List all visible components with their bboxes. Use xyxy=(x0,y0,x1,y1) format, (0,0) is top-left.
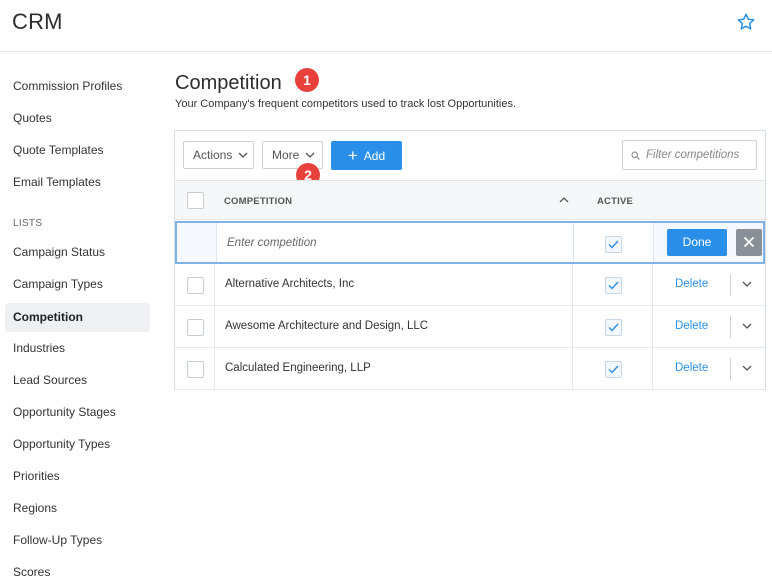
page-subtitle: Your Company's frequent competitors used… xyxy=(175,98,517,110)
sidebar-item-commission-profiles[interactable]: Commission Profiles xyxy=(5,72,150,101)
sidebar-item-scores[interactable]: Scores xyxy=(5,558,150,586)
filter-competitions-field[interactable] xyxy=(622,140,757,170)
action-separator xyxy=(730,316,731,338)
column-header-competition[interactable]: COMPETITION xyxy=(224,196,292,207)
sidebar-item-opportunity-stages[interactable]: Opportunity Stages xyxy=(5,398,150,427)
search-icon xyxy=(631,151,640,160)
table-row: Awesome Architecture and Design, LLC Del… xyxy=(175,306,765,348)
column-divider xyxy=(214,306,215,348)
competition-name: Alternative Architects, Inc xyxy=(225,278,355,290)
action-separator xyxy=(730,358,731,380)
filter-competitions-input[interactable] xyxy=(646,149,756,161)
new-competition-row: Done xyxy=(175,221,765,264)
competition-name: Awesome Architecture and Design, LLC xyxy=(225,320,429,332)
delete-link[interactable]: Delete xyxy=(675,320,708,332)
chevron-down-icon xyxy=(238,152,248,158)
add-button[interactable]: + Add xyxy=(331,141,402,170)
select-all-checkbox[interactable] xyxy=(187,192,204,209)
sidebar-item-follow-up-types[interactable]: Follow-Up Types xyxy=(5,526,150,555)
column-divider xyxy=(214,264,215,306)
new-competition-cell xyxy=(216,223,574,262)
chevron-down-icon[interactable] xyxy=(742,365,752,371)
sidebar-item-campaign-types[interactable]: Campaign Types xyxy=(5,270,150,299)
table-row: Calculated Engineering, LLP Delete xyxy=(175,348,765,390)
top-bar: CRM xyxy=(0,0,772,52)
app-title: CRM xyxy=(12,9,63,34)
column-divider xyxy=(652,348,653,390)
page-title: Competition xyxy=(175,72,282,94)
column-divider xyxy=(572,306,573,348)
sidebar-section-heading: LISTS xyxy=(13,218,43,229)
sidebar-item-lead-sources[interactable]: Lead Sources xyxy=(5,366,150,395)
chevron-down-icon xyxy=(305,152,315,158)
delete-link[interactable]: Delete xyxy=(675,362,708,374)
checkmark-icon xyxy=(608,365,619,374)
checkmark-icon xyxy=(608,240,619,249)
checkmark-icon xyxy=(608,323,619,332)
new-active-cell xyxy=(574,223,654,262)
star-icon[interactable] xyxy=(736,12,756,32)
column-divider xyxy=(652,264,653,306)
plus-icon: + xyxy=(347,146,358,165)
table-row: Alternative Architects, Inc Delete xyxy=(175,264,765,306)
sidebar-item-campaign-status[interactable]: Campaign Status xyxy=(5,238,150,267)
actions-dropdown-button[interactable]: Actions xyxy=(183,141,254,169)
column-divider xyxy=(572,348,573,390)
sidebar-item-quote-templates[interactable]: Quote Templates xyxy=(5,136,150,165)
cancel-button[interactable] xyxy=(736,229,762,256)
action-separator xyxy=(730,274,731,296)
row-active-checkbox[interactable] xyxy=(605,319,622,336)
sidebar-item-regions[interactable]: Regions xyxy=(5,494,150,523)
row-select-checkbox[interactable] xyxy=(187,277,204,294)
close-icon xyxy=(743,236,755,248)
table-header: COMPETITION ACTIVE xyxy=(175,180,765,220)
sidebar-item-opportunity-types[interactable]: Opportunity Types xyxy=(5,430,150,459)
sidebar-item-email-templates[interactable]: Email Templates xyxy=(5,168,150,197)
sidebar: Commission Profiles Quotes Quote Templat… xyxy=(0,52,160,586)
column-divider xyxy=(572,264,573,306)
sidebar-item-competition[interactable]: Competition xyxy=(5,303,150,332)
delete-link[interactable]: Delete xyxy=(675,278,708,290)
checkmark-icon xyxy=(608,281,619,290)
sidebar-item-quotes[interactable]: Quotes xyxy=(5,104,150,133)
row-select-checkbox[interactable] xyxy=(187,319,204,336)
add-label: Add xyxy=(363,148,386,163)
competition-name: Calculated Engineering, LLP xyxy=(225,362,371,374)
row-active-checkbox[interactable] xyxy=(605,361,622,378)
annotation-badge-1: 1 xyxy=(295,68,319,92)
new-active-checkbox[interactable] xyxy=(605,236,622,253)
done-button[interactable]: Done xyxy=(667,229,727,256)
column-divider xyxy=(652,306,653,348)
chevron-down-icon[interactable] xyxy=(742,323,752,329)
sidebar-item-industries[interactable]: Industries xyxy=(5,334,150,363)
sidebar-item-priorities[interactable]: Priorities xyxy=(5,462,150,491)
chevron-down-icon[interactable] xyxy=(742,281,752,287)
competition-name-input[interactable] xyxy=(217,223,557,262)
row-active-checkbox[interactable] xyxy=(605,277,622,294)
column-header-active: ACTIVE xyxy=(597,196,634,207)
sort-ascending-icon[interactable] xyxy=(559,197,569,203)
row-select-checkbox[interactable] xyxy=(187,361,204,378)
actions-label: Actions xyxy=(193,148,233,162)
more-label: More xyxy=(272,148,300,162)
column-divider xyxy=(214,348,215,390)
